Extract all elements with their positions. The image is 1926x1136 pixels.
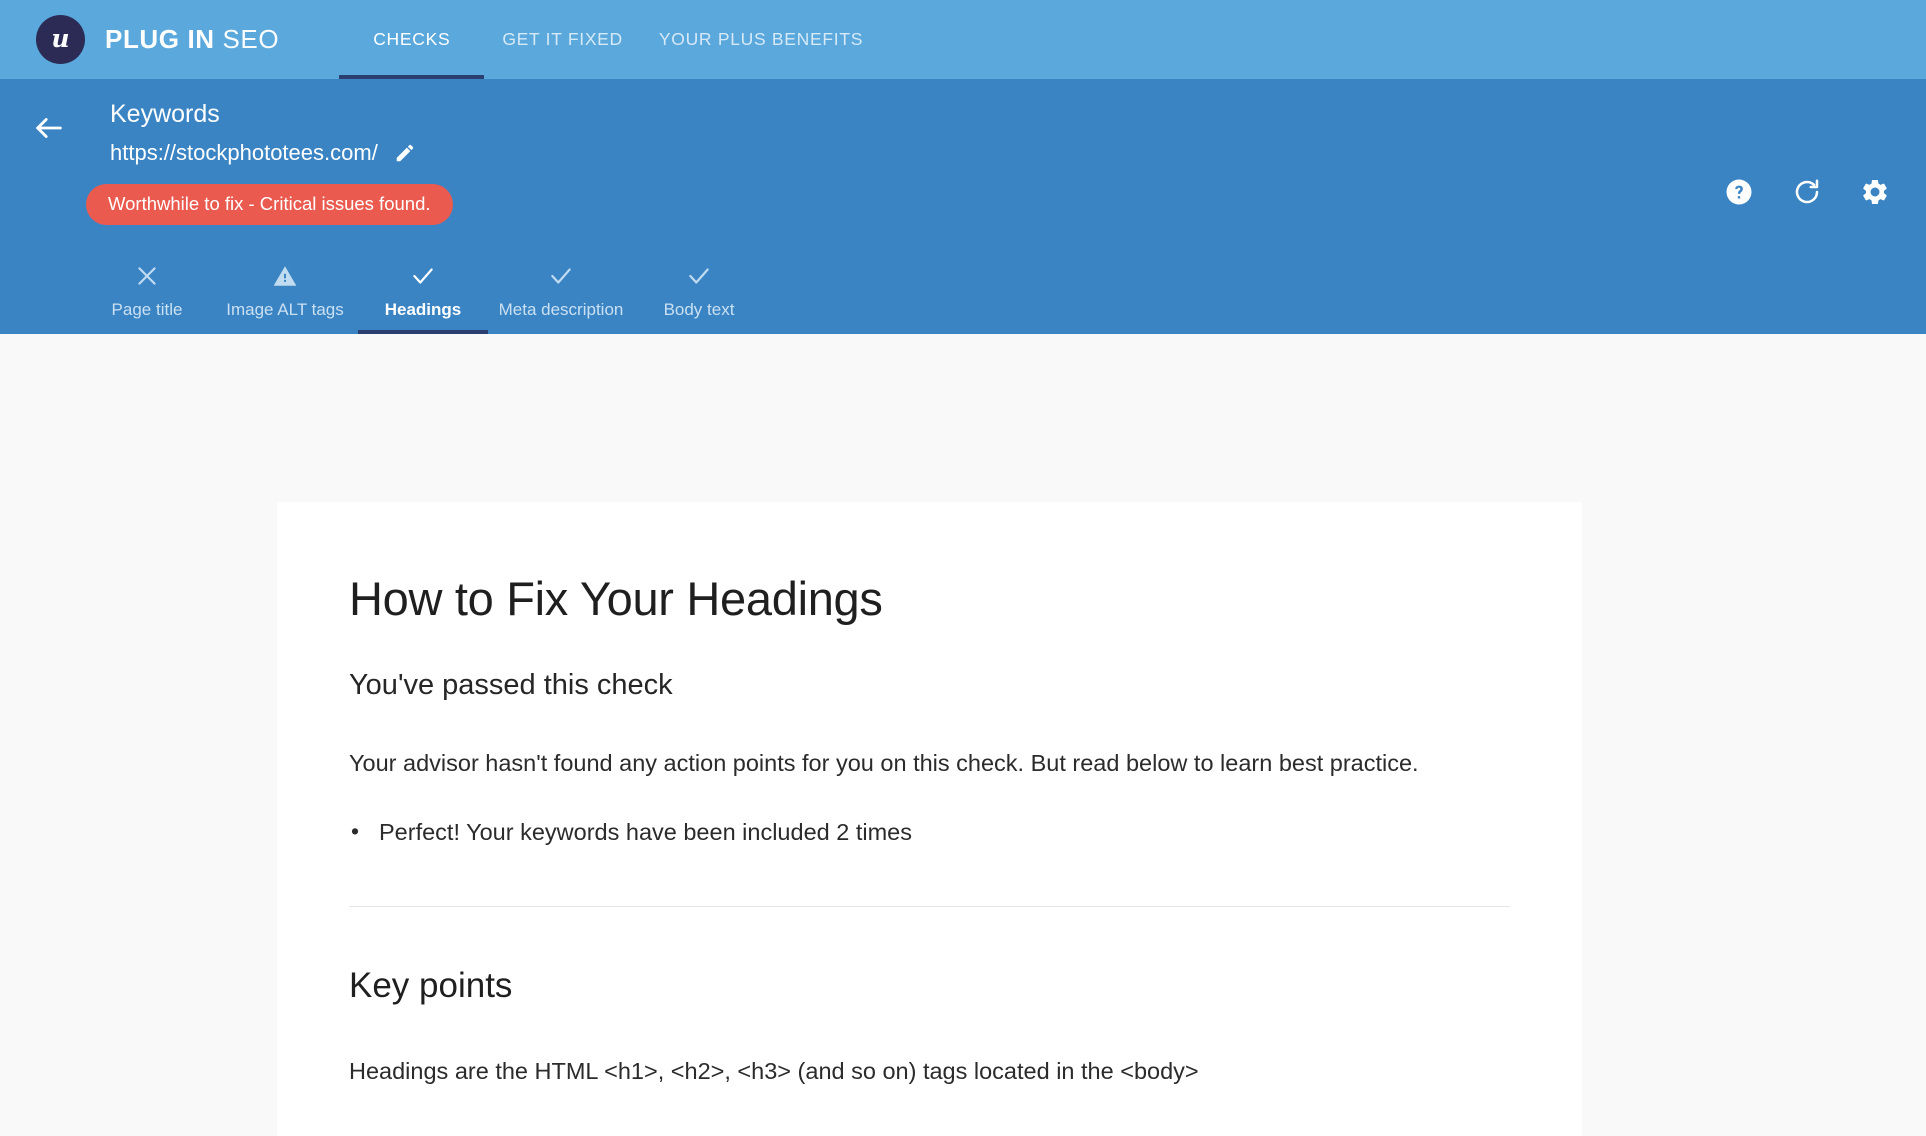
content-area: How to Fix Your Headings You've passed t…	[0, 334, 1926, 1136]
refresh-icon[interactable]	[1792, 177, 1822, 207]
check-tab-image-alt-tags[interactable]: Image ALT tags	[216, 251, 354, 334]
check-tab-meta-description[interactable]: Meta description	[492, 251, 630, 334]
key-points-title: Key points	[349, 965, 513, 1005]
check-tab-headings-label: Headings	[384, 300, 462, 319]
check-tab-body-text-status	[630, 261, 768, 291]
top-nav-item-checks-label: CHECKS	[373, 29, 451, 49]
check-tab-body-text[interactable]: Body text	[630, 251, 768, 334]
check-tab-page-title[interactable]: Page title	[78, 251, 216, 334]
pencil-icon[interactable]	[394, 142, 416, 164]
check-icon	[551, 268, 571, 284]
top-nav-item-get-it-fixed[interactable]: GET IT FIXED	[484, 0, 641, 79]
top-nav-item-your-plus-benefits-label: YOUR PLUS BENEFITS	[658, 29, 864, 49]
check-tab-meta-description-status	[492, 261, 630, 291]
check-detail-card: How to Fix Your Headings You've passed t…	[277, 502, 1582, 1136]
brand-logo-group[interactable]: u PLUG IN SEO	[36, 15, 279, 64]
check-tab-page-title-status	[78, 261, 216, 291]
key-points-text: Headings are the HTML <h1>, <h2>, <h3> (…	[349, 1057, 1199, 1084]
brand-name-suffix: SEO	[222, 24, 280, 54]
page-url-row: https://stockphototees.com/	[110, 139, 416, 165]
check-tab-meta-description-label: Meta description	[498, 300, 624, 319]
page-header-top-row: Keywords https://stockphototees.com/	[0, 79, 1926, 165]
check-tab-image-alt-tags-status	[216, 261, 354, 291]
arrow-left-icon[interactable]	[26, 111, 72, 145]
card-paragraph: Your advisor hasn't found any action poi…	[349, 749, 1419, 776]
warning-triangle-icon	[273, 266, 297, 286]
page-url: https://stockphototees.com/	[110, 139, 378, 165]
logo-glyph: u	[51, 24, 70, 53]
check-tab-body-text-label: Body text	[663, 300, 735, 319]
check-tab-headings-status	[354, 261, 492, 291]
check-tab-headings[interactable]: Headings	[354, 251, 492, 334]
check-tabs: Page title Image ALT tags Headings Meta …	[78, 251, 768, 334]
brand-name-bold: PLUG IN	[105, 24, 215, 54]
status-badge: Worthwhile to fix - Critical issues foun…	[86, 183, 453, 225]
check-tab-page-title-label: Page title	[111, 300, 183, 319]
top-nav-tabs: CHECKS GET IT FIXED YOUR PLUS BENEFITS	[339, 0, 881, 79]
top-nav-item-checks[interactable]: CHECKS	[339, 0, 485, 79]
top-navigation-bar: u PLUG IN SEO CHECKS GET IT FIXED YOUR P…	[0, 0, 1926, 79]
brand-name: PLUG IN SEO	[105, 24, 279, 55]
section-divider	[349, 905, 1510, 907]
plug-in-seo-logo-icon: u	[36, 15, 85, 64]
list-item: Perfect! Your keywords have been include…	[349, 813, 1510, 852]
check-tab-image-alt-tags-label: Image ALT tags	[226, 300, 344, 319]
page-title: Keywords	[110, 100, 220, 128]
close-icon	[138, 267, 156, 285]
page-header-titles: Keywords https://stockphototees.com/	[72, 100, 416, 165]
top-nav-item-get-it-fixed-label: GET IT FIXED	[502, 29, 623, 49]
help-icon[interactable]	[1724, 177, 1754, 207]
top-nav-item-your-plus-benefits[interactable]: YOUR PLUS BENEFITS	[641, 0, 881, 79]
header-action-icons	[1724, 177, 1890, 207]
card-subheading: You've passed this check	[349, 669, 673, 702]
check-icon	[689, 268, 709, 284]
card-bullet-list: Perfect! Your keywords have been include…	[349, 813, 1510, 852]
gear-icon[interactable]	[1860, 177, 1890, 207]
card-heading: How to Fix Your Headings	[349, 572, 883, 625]
check-icon	[413, 268, 433, 284]
page-header: Keywords https://stockphototees.com/ Wor…	[0, 79, 1926, 334]
